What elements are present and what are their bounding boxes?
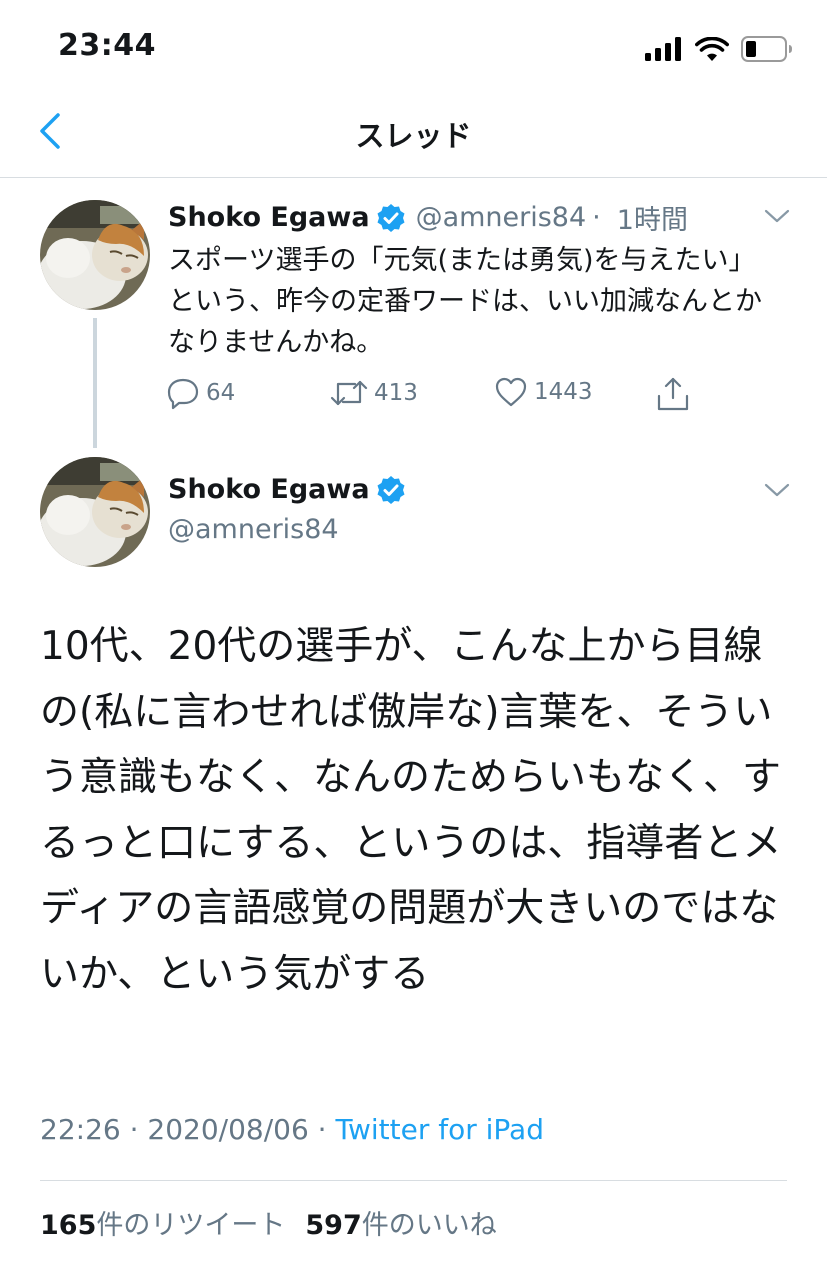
tweet-stats: 165 件のリツイート 597 件のいいね <box>40 1203 497 1242</box>
battery-icon <box>741 36 792 62</box>
likes-stat[interactable]: 597 件のいいね <box>305 1203 496 1242</box>
retweet-count: 413 <box>374 380 418 406</box>
reply-count: 64 <box>206 380 236 406</box>
status-time: 23:44 <box>58 28 156 63</box>
wifi-icon <box>695 37 729 61</box>
reply-icon <box>167 378 199 410</box>
separator-dot: · <box>592 202 601 233</box>
cat-avatar-image <box>40 457 150 567</box>
status-icons <box>645 36 793 62</box>
avatar[interactable] <box>40 457 150 567</box>
retweet-icon <box>330 380 368 406</box>
divider <box>40 1180 787 1181</box>
like-count: 1443 <box>534 379 593 405</box>
avatar[interactable] <box>40 200 150 310</box>
tweet-meta: 22:26 · 2020/08/06 · Twitter for iPad <box>40 1113 544 1146</box>
author-name[interactable]: Shoko Egawa <box>168 202 370 233</box>
signal-icon <box>645 37 681 61</box>
share-button[interactable] <box>656 376 690 412</box>
tweet-actions: 64 413 1443 <box>166 376 726 416</box>
author-handle[interactable]: @amneris84 <box>168 514 339 545</box>
share-icon <box>657 377 689 411</box>
retweets-stat[interactable]: 165 件のリツイート <box>40 1203 285 1242</box>
page-title: スレッド <box>355 119 472 153</box>
tweet-text: スポーツ選手の「元気(または勇気)を与えたい」という、昨今の定番ワードは、いい加… <box>168 245 762 358</box>
tweet-text: 10代、20代の選手が、こんな上から目線の(私に言わせれば傲岸な)言葉を、そうい… <box>40 624 782 997</box>
tweet-source-link[interactable]: Twitter for iPad <box>335 1113 543 1146</box>
tweet-time[interactable]: 1時間 <box>617 198 688 237</box>
status-bar: 23:44 <box>0 0 827 95</box>
like-button[interactable]: 1443 <box>494 376 593 408</box>
thread-connector-line <box>93 318 97 448</box>
verified-badge-icon <box>377 475 405 504</box>
retweet-label: 件のリツイート <box>96 1210 286 1241</box>
verified-badge-icon <box>377 203 405 232</box>
cat-avatar-image <box>40 200 150 310</box>
like-total: 597 <box>305 1210 362 1241</box>
author-name[interactable]: Shoko Egawa <box>168 474 370 505</box>
like-label: 件のいいね <box>361 1210 497 1241</box>
tweet-timestamp: 22:26 · 2020/08/06 · <box>40 1113 336 1146</box>
author-handle[interactable]: @amneris84 <box>416 202 587 233</box>
caret-down-icon[interactable] <box>762 206 792 226</box>
tweet-header: Shoko Egawa <box>168 474 406 505</box>
retweet-total: 165 <box>40 1210 97 1241</box>
like-heart-icon <box>495 377 527 407</box>
reply-button[interactable]: 64 <box>166 376 235 410</box>
nav-bar: スレッド <box>0 95 827 178</box>
tweet-header: Shoko Egawa @amneris84 · 1時間 <box>168 198 688 237</box>
caret-down-icon[interactable] <box>762 480 792 500</box>
retweet-button[interactable]: 413 <box>330 376 418 410</box>
